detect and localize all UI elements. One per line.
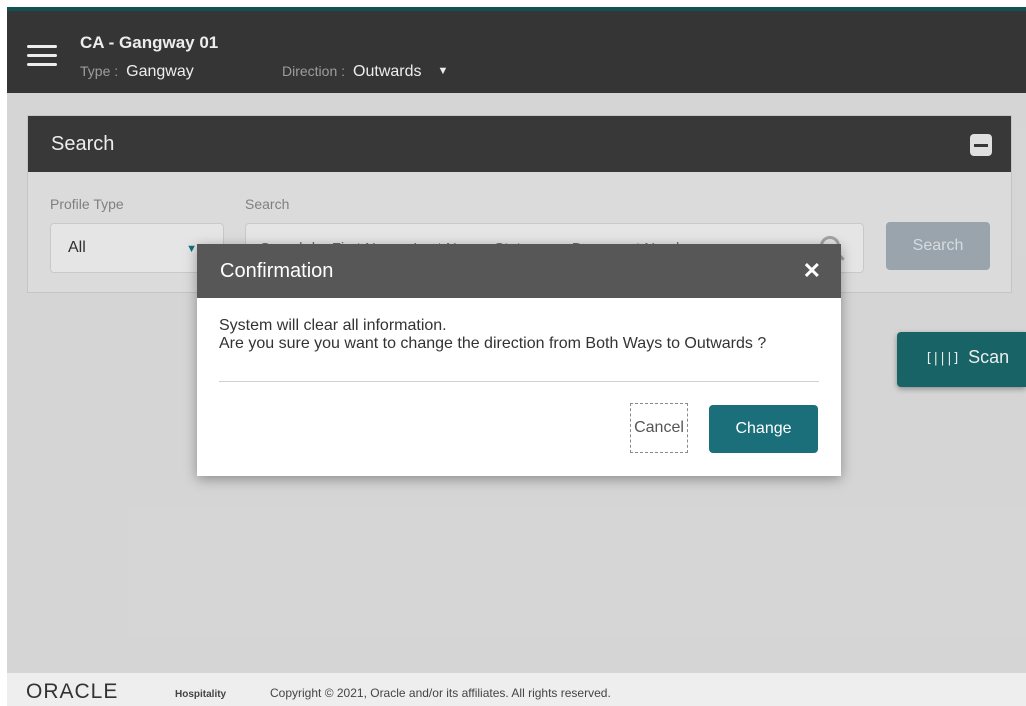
app-window: CA - Gangway 01 Type : Gangway Direction … xyxy=(7,7,1026,706)
dialog-divider xyxy=(219,381,819,382)
change-button[interactable]: Change xyxy=(709,405,818,453)
footer: ORACLE Hospitality Copyright © 2021, Ora… xyxy=(7,672,1026,706)
confirmation-dialog: Confirmation ✕ System will clear all inf… xyxy=(197,244,841,476)
dialog-header: Confirmation ✕ xyxy=(197,244,841,298)
close-icon[interactable]: ✕ xyxy=(803,258,821,284)
dialog-message: System will clear all information. Are y… xyxy=(197,298,841,353)
dialog-title: Confirmation xyxy=(220,260,334,282)
oracle-logo: ORACLE xyxy=(26,680,119,703)
cancel-button[interactable]: Cancel xyxy=(630,403,688,453)
oracle-logo-subtitle: Hospitality xyxy=(175,689,227,700)
dialog-message-line-2: Are you sure you want to change the dire… xyxy=(219,335,767,352)
copyright-text: Copyright © 2021, Oracle and/or its affi… xyxy=(270,686,611,700)
dialog-message-line-1: System will clear all information. xyxy=(219,317,447,334)
